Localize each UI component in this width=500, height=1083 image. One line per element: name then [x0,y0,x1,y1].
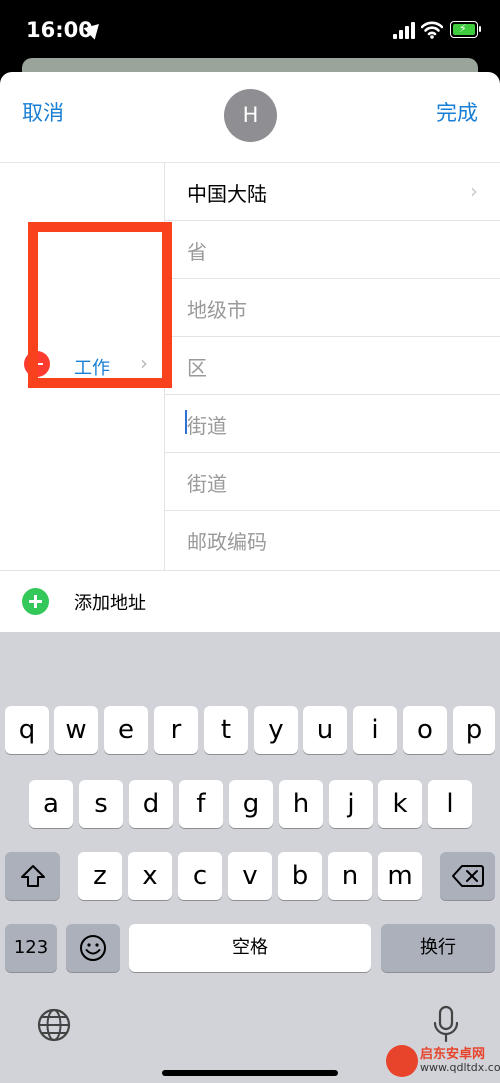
numbers-key[interactable]: 123 [5,924,57,972]
key-v[interactable]: v [228,852,272,900]
backspace-icon [451,865,484,887]
wifi-icon [421,21,443,39]
street-placeholder-2: 街道 [187,472,227,496]
province-placeholder: 省 [187,240,207,264]
key-h[interactable]: h [279,780,323,828]
avatar[interactable]: H [224,89,277,142]
key-s[interactable]: s [79,780,123,828]
watermark: 启东安卓网 www.qdltdx.com [380,1043,500,1083]
country-value: 中国大陆 [187,182,267,206]
district-placeholder: 区 [187,356,207,380]
battery-charging-icon: ⚡ [450,21,481,38]
key-q[interactable]: q [5,706,49,754]
key-j[interactable]: j [329,780,373,828]
street-field-2[interactable]: 街道 [165,453,500,511]
home-indicator [162,1070,338,1076]
key-b[interactable]: b [278,852,322,900]
key-r[interactable]: r [154,706,198,754]
add-address-icon[interactable] [22,588,49,615]
status-bar: 16:00 ⚡ [0,0,500,62]
shift-key[interactable] [5,852,60,900]
key-a[interactable]: a [29,780,73,828]
key-n[interactable]: n [328,852,372,900]
annotation-highlight-box [28,222,172,388]
postal-code-field[interactable]: 邮政编码 [165,511,500,569]
cancel-button[interactable]: 取消 [22,97,64,127]
key-f[interactable]: f [179,780,223,828]
key-o[interactable]: o [403,706,447,754]
keyboard: q w e r t y u i o p a s d f g h j k l z … [0,632,500,1083]
space-key[interactable]: 空格 [129,924,371,972]
shift-arrow-icon [20,865,45,887]
globe-icon[interactable] [36,1007,72,1043]
status-time: 16:00 [26,18,93,42]
key-l[interactable]: l [428,780,472,828]
emoji-icon [80,935,106,961]
key-g[interactable]: g [229,780,273,828]
key-w[interactable]: w [54,706,98,754]
microphone-icon[interactable] [432,1005,460,1045]
street-placeholder-1: 街道 [187,414,227,438]
city-placeholder: 地级市 [187,298,247,322]
add-address-label: 添加地址 [74,593,146,614]
key-y[interactable]: y [254,706,298,754]
district-field[interactable]: 区 [165,337,500,395]
city-field[interactable]: 地级市 [165,279,500,337]
postal-placeholder: 邮政编码 [187,530,267,554]
return-key[interactable]: 换行 [381,924,495,972]
province-field[interactable]: 省 [165,221,500,279]
cellular-signal-icon [393,22,419,39]
key-c[interactable]: c [178,852,222,900]
key-m[interactable]: m [378,852,422,900]
watermark-logo-icon [386,1045,418,1077]
key-e[interactable]: e [104,706,148,754]
street-field-1[interactable]: 街道 [165,395,500,453]
key-d[interactable]: d [129,780,173,828]
chevron-right-icon: › [470,179,478,203]
key-z[interactable]: z [78,852,122,900]
key-t[interactable]: t [204,706,248,754]
delete-key[interactable] [440,852,495,900]
nav-bar: 取消 H 完成 [0,72,500,162]
emoji-key[interactable] [66,924,120,972]
watermark-url: www.qdltdx.com [420,1061,500,1074]
key-k[interactable]: k [378,780,422,828]
key-u[interactable]: u [303,706,347,754]
watermark-name: 启东安卓网 [420,1047,486,1062]
address-fields: 中国大陆 › 省 地级市 区 街道 街道 邮政编码 [165,163,500,569]
key-i[interactable]: i [353,706,397,754]
country-selector[interactable]: 中国大陆 › [165,163,500,221]
key-p[interactable]: p [453,706,495,754]
key-x[interactable]: x [128,852,172,900]
done-button[interactable]: 完成 [436,97,478,127]
add-address-row[interactable]: 添加地址 [0,571,500,631]
